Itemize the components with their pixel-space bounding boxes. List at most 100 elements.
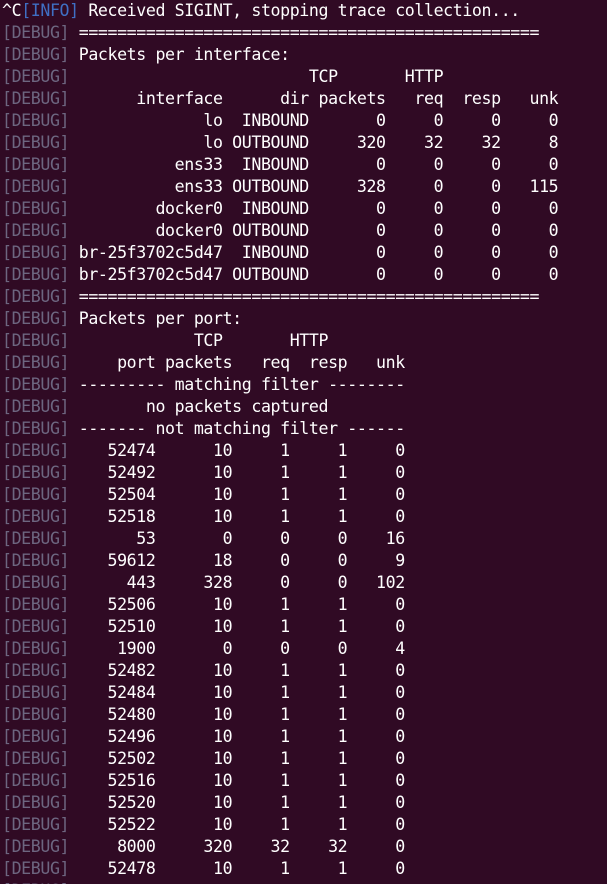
log-level-debug: [DEBUG] [2,111,70,130]
terminal-window[interactable]: ^C[INFO] Received SIGINT, stopping trace… [0,0,607,884]
log-level-debug: [DEBUG] [2,155,70,174]
log-level-debug: [DEBUG] [2,419,70,438]
log-message: 52516 10 1 1 0 [69,771,406,790]
log-message: 52502 10 1 1 0 [69,749,406,768]
log-message: 443 328 0 0 102 [69,573,406,592]
terminal-line: [DEBUG] docker0 INBOUND 0 0 0 0 [2,198,559,220]
terminal-line: [DEBUG] --------- matching filter ------… [2,374,405,396]
log-level-debug: [DEBUG] [2,133,70,152]
log-level-debug: [DEBUG] [2,793,70,812]
log-level-debug: [DEBUG] [2,529,70,548]
log-message: 52518 10 1 1 0 [69,507,406,526]
log-message: ========================================… [69,287,540,306]
log-level-debug: [DEBUG] [2,23,70,42]
terminal-line: [DEBUG] ================================… [2,22,539,44]
log-message: interface dir packets req resp unk [69,89,559,108]
terminal-line: [DEBUG] 52518 10 1 1 0 [2,506,405,528]
log-level-debug: [DEBUG] [2,287,70,306]
log-level-debug: [DEBUG] [2,705,70,724]
terminal-line: [DEBUG] docker0 OUTBOUND 0 0 0 0 [2,220,559,242]
log-level-debug: [DEBUG] [2,199,70,218]
terminal-line: [DEBUG] 52504 10 1 1 0 [2,484,405,506]
log-level-debug: [DEBUG] [2,331,70,350]
log-message: lo INBOUND 0 0 0 0 [69,111,559,130]
terminal-line: [DEBUG] no packets captured [2,396,328,418]
log-level-debug: [DEBUG] [2,595,70,614]
terminal-line: [DEBUG] 52492 10 1 1 0 [2,462,405,484]
log-level-debug: [DEBUG] [2,859,70,878]
log-message: 52482 10 1 1 0 [69,661,406,680]
terminal-line: [DEBUG] br-25f3702c5d47 INBOUND 0 0 0 0 [2,242,559,264]
log-message: 52478 10 1 1 0 [69,859,406,878]
terminal-line: [DEBUG] 8000 320 32 32 0 [2,836,405,858]
log-message: no packets captured [69,397,329,416]
log-message: TCP HTTP [69,331,329,350]
terminal-line: [DEBUG] port packets req resp unk [2,352,405,374]
log-message: 52504 10 1 1 0 [69,485,406,504]
terminal-line: [DEBUG] lo OUTBOUND 320 32 32 8 [2,132,559,154]
terminal-line: [DEBUG] Packets per port: [2,308,242,330]
log-message: br-25f3702c5d47 INBOUND 0 0 0 0 [69,243,559,262]
log-level-debug: [DEBUG] [2,243,70,262]
log-message: ------- not matching filter ------ [69,419,405,438]
terminal-line: [DEBUG] TCP HTTP [2,330,328,352]
log-message: br-25f3702c5d47 OUTBOUND 0 0 0 0 [69,265,559,284]
log-level-debug: [DEBUG] [2,463,70,482]
log-level-debug: [DEBUG] [2,771,70,790]
log-message: docker0 OUTBOUND 0 0 0 0 [69,221,559,240]
log-level-info: [INFO] [21,1,79,20]
terminal-line: [DEBUG] 59612 18 0 0 9 [2,550,405,572]
log-message: 52496 10 1 1 0 [69,727,406,746]
log-message: Received SIGINT, stopping trace collecti… [78,1,520,20]
terminal-line: [DEBUG] 52502 10 1 1 0 [2,748,405,770]
log-message: port packets req resp unk [69,353,405,372]
log-message: 52506 10 1 1 0 [69,595,406,614]
terminal-line: [DEBUG] 52478 10 1 1 0 [2,858,405,880]
terminal-line: [DEBUG] 52474 10 1 1 0 [2,440,405,462]
log-message: --------- matching filter -------- [69,375,405,394]
terminal-line: [DEBUG] 52496 10 1 1 0 [2,726,405,748]
log-message: ========================================… [69,23,540,42]
terminal-line: [DEBUG] lo INBOUND 0 0 0 0 [2,110,559,132]
log-level-debug: [DEBUG] [2,507,70,526]
log-level-debug: [DEBUG] [2,485,70,504]
terminal-line: [DEBUG] ens33 INBOUND 0 0 0 0 [2,154,559,176]
log-level-debug: [DEBUG] [2,67,70,86]
terminal-line: [DEBUG] interface dir packets req resp u… [2,88,559,110]
terminal-line: [DEBUG] 52510 10 1 1 0 [2,616,405,638]
log-level-debug: [DEBUG] [2,551,70,570]
log-message: 52522 10 1 1 0 [69,815,406,834]
log-message: ens33 INBOUND 0 0 0 0 [69,155,559,174]
terminal-line: [DEBUG] [2,880,70,884]
log-level-debug: [DEBUG] [2,749,70,768]
terminal-line: [DEBUG] ================================… [2,286,539,308]
log-level-debug: [DEBUG] [2,177,70,196]
log-level-debug: [DEBUG] [2,89,70,108]
terminal-line: [DEBUG] ------- not matching filter ----… [2,418,405,440]
log-message: docker0 INBOUND 0 0 0 0 [69,199,559,218]
log-level-debug: [DEBUG] [2,309,70,328]
log-message: 52480 10 1 1 0 [69,705,406,724]
terminal-line: [DEBUG] br-25f3702c5d47 OUTBOUND 0 0 0 0 [2,264,559,286]
log-message: 52492 10 1 1 0 [69,463,406,482]
log-level-debug: [DEBUG] [2,45,70,64]
log-level-debug: [DEBUG] [2,265,70,284]
terminal-line: [DEBUG] 52522 10 1 1 0 [2,814,405,836]
log-message: lo OUTBOUND 320 32 32 8 [69,133,559,152]
terminal-line: [DEBUG] 52506 10 1 1 0 [2,594,405,616]
log-message: Packets per interface: [69,45,290,64]
log-level-debug: [DEBUG] [2,815,70,834]
log-level-debug: [DEBUG] [2,617,70,636]
log-level-debug: [DEBUG] [2,727,70,746]
terminal-line: [DEBUG] 52480 10 1 1 0 [2,704,405,726]
interrupt-prefix: ^C [2,1,22,20]
log-message: Packets per port: [69,309,242,328]
terminal-line: [DEBUG] 52516 10 1 1 0 [2,770,405,792]
terminal-line: [DEBUG] 1900 0 0 0 4 [2,638,405,660]
log-level-debug: [DEBUG] [2,683,70,702]
log-level-debug: [DEBUG] [2,375,70,394]
terminal-line: [DEBUG] 443 328 0 0 102 [2,572,405,594]
log-level-debug: [DEBUG] [2,397,70,416]
terminal-line: [DEBUG] Packets per interface: [2,44,290,66]
log-message: 53 0 0 0 16 [69,529,405,548]
